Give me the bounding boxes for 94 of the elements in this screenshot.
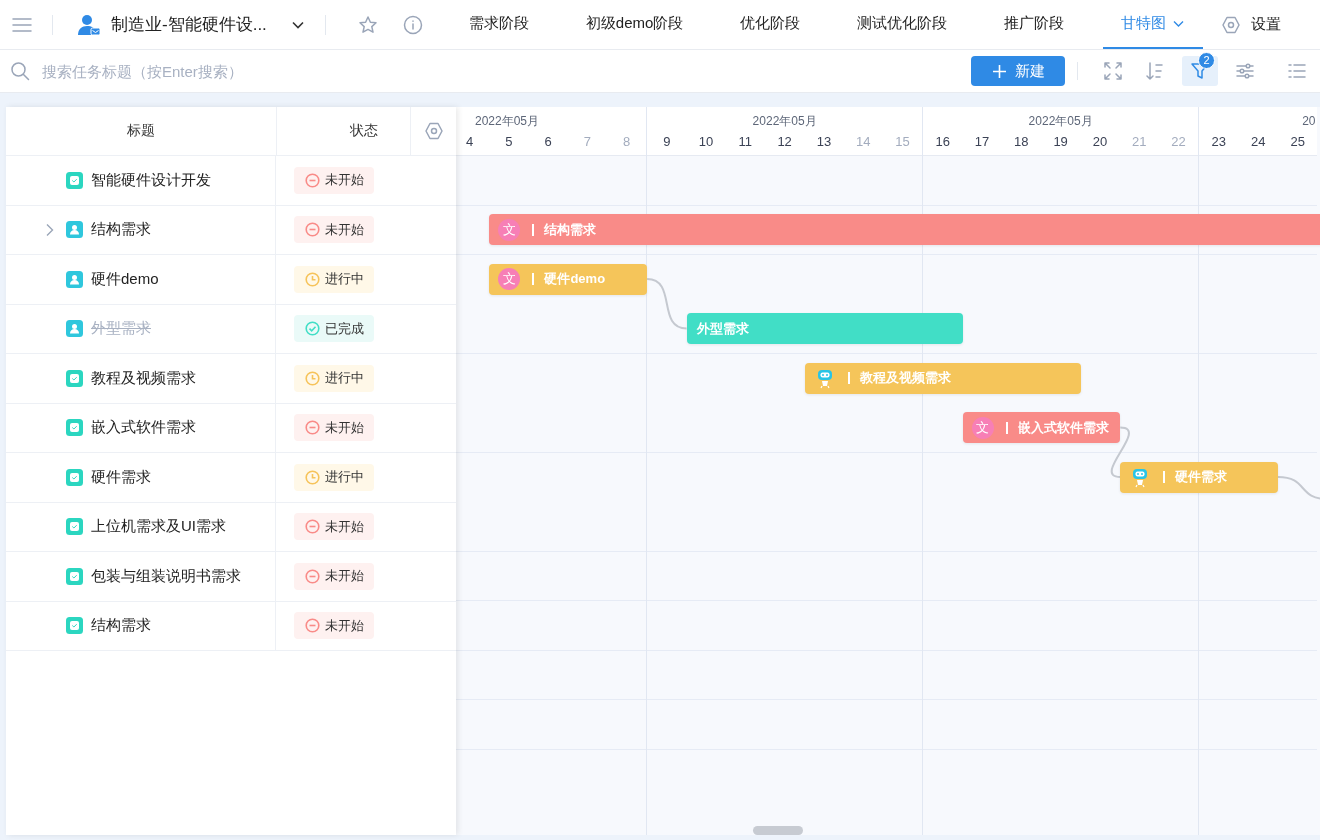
person-icon [77,12,101,37]
plus-icon [991,63,1007,79]
task-icon [66,617,83,635]
count-badge: 2 [1198,52,1215,69]
clock-icon [305,271,320,287]
new-button[interactable]: 新建 [971,56,1065,86]
task-title[interactable]: 硬件需求 [91,467,151,487]
avatar: 文 [498,268,521,290]
not-started-icon [305,618,320,634]
avatar: 文 [971,416,994,439]
task-title[interactable]: 结构需求 [91,616,151,636]
info-icon[interactable] [402,14,423,35]
day-label: 17 [973,133,991,151]
status-tag: 已完成 [294,315,374,343]
chevron-right-icon[interactable] [44,222,56,237]
month-label: 2022年05月 [751,113,818,130]
check-circle-icon [305,321,320,337]
day-label: 18 [1013,133,1030,151]
clock-icon [305,469,320,485]
task-title[interactable]: 智能硬件设计开发 [91,170,211,190]
tab[interactable]: 测试优化阶段 [839,0,966,49]
scrollbar-thumb[interactable] [753,826,803,835]
day-label: 15 [894,133,911,151]
month-label: 20 [1301,113,1317,130]
not-started-icon [305,172,320,188]
day-label: 16 [934,133,951,151]
task-title[interactable]: 包装与组装说明书需求 [91,566,241,586]
clock-icon [305,370,320,386]
month-label: 2022年05月 [474,113,541,130]
day-label: 24 [1250,133,1267,151]
settings-icon [1221,14,1242,35]
task-icon [66,369,83,387]
status-tag: 未开始 [294,562,374,590]
status-tag: 进行中 [294,364,374,392]
expand-icon [1103,61,1123,81]
not-started-icon [305,519,320,535]
column-header: 标题 [6,107,277,155]
month-label: 2022年05月 [1027,113,1094,130]
day-label: 4 [465,133,475,151]
column-header: 状态 [277,107,411,155]
person-icon [66,320,83,338]
day-label: 11 [737,133,754,151]
status-tag: 未开始 [294,166,374,194]
day-label: 6 [543,133,553,151]
avatar: 文 [498,218,521,241]
project-title: 制造业-智能硬件设... [111,14,267,36]
status-tag: 未开始 [294,414,374,442]
tab[interactable]: 需求阶段 [450,0,547,49]
search-field[interactable]: 搜索任务标题（按Enter搜索） [40,61,344,81]
star-icon[interactable] [357,14,378,35]
day-label: 21 [1130,133,1148,151]
status-tag: 未开始 [294,612,374,640]
status-tag: 进行中 [294,265,374,293]
list-icon [1287,61,1307,81]
task-title[interactable]: 硬件demo [91,269,159,289]
tab[interactable]: 优化阶段 [722,0,819,49]
status-tag: 未开始 [294,216,374,244]
day-label: 22 [1170,133,1187,151]
task-icon [66,518,83,536]
day-label: 5 [504,133,514,151]
task-icon [66,567,83,585]
task-icon [66,468,83,486]
sliders-icon [1235,61,1255,81]
menu-icon[interactable] [12,16,32,33]
task-icon [66,171,83,189]
task-title[interactable]: 嵌入式软件需求 [91,418,196,438]
day-label: 19 [1052,133,1069,151]
person-icon [66,221,83,239]
task-icon [66,419,83,437]
day-label: 23 [1210,133,1228,151]
not-started-icon [305,420,320,436]
day-label: 14 [854,133,872,151]
day-label: 20 [1091,133,1109,151]
day-label: 25 [1289,133,1306,151]
not-started-icon [305,222,320,238]
status-tag: 进行中 [294,463,374,491]
tab[interactable]: 推广阶段 [986,0,1083,49]
day-label: 8 [621,133,632,151]
day-label: 10 [697,133,715,151]
task-title[interactable]: 结构需求 [91,220,151,240]
day-label: 12 [776,133,793,151]
day-label: 7 [582,133,592,151]
task-title[interactable]: 上位机需求及UI需求 [91,517,226,537]
tab[interactable]: 初级demo阶段 [567,0,702,49]
day-label: 13 [815,133,833,151]
not-started-icon [305,568,320,584]
person-icon [66,270,83,288]
status-tag: 未开始 [294,513,374,541]
settings-icon[interactable] [423,121,444,141]
search-icon [10,61,30,81]
settings-button[interactable]: 设置 [1215,14,1288,35]
task-title[interactable]: 教程及视频需求 [91,368,196,388]
sort-icon [1145,61,1165,81]
day-label: 9 [662,133,672,151]
